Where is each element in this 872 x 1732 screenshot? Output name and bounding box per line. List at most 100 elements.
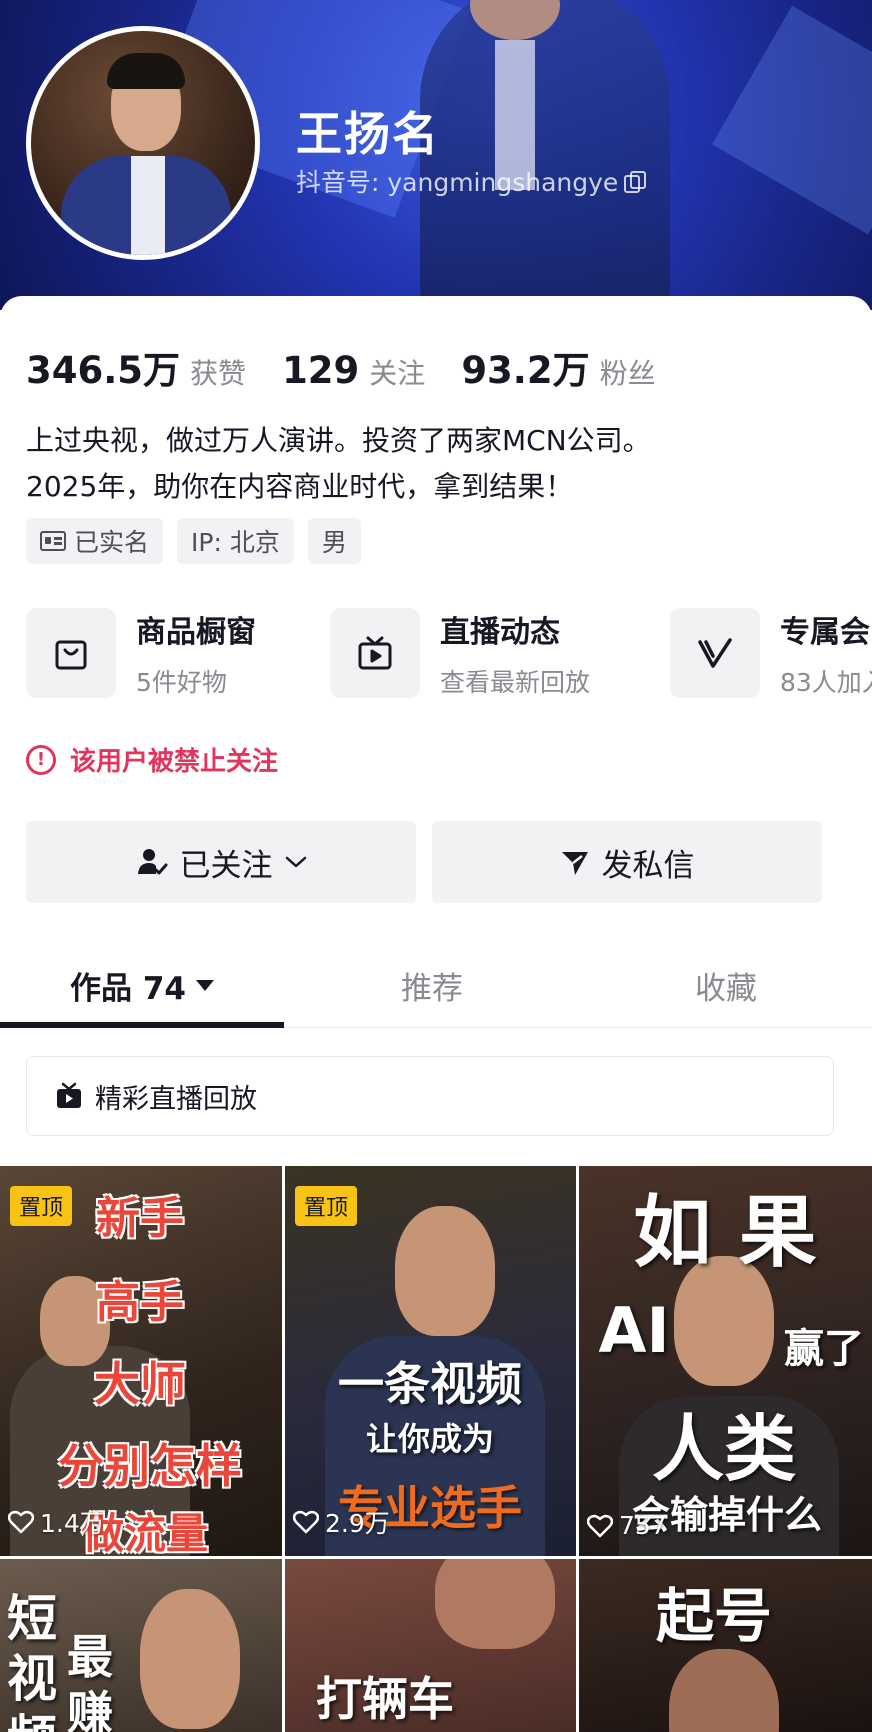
- live-replay-label: 精彩直播回放: [95, 1083, 257, 1115]
- bio-line: 2025年，助你在内容商业时代，拿到结果！: [26, 470, 574, 503]
- thumb-caption: 人类: [651, 1407, 796, 1491]
- thumb-person-face: [669, 1649, 779, 1732]
- stat-value: 129: [282, 349, 360, 392]
- thumb-caption: 如 果: [633, 1188, 817, 1278]
- gender-label: 男: [321, 528, 347, 557]
- shopping-bag-icon: [26, 608, 116, 698]
- live-replay-entry[interactable]: 精彩直播回放: [26, 1056, 834, 1136]
- ip-label: IP: 北京: [191, 528, 280, 557]
- stat-label: 关注: [369, 357, 426, 390]
- stat-followers[interactable]: 93.2万 粉丝: [461, 340, 655, 394]
- profile-name: 王扬名: [296, 107, 440, 161]
- send-message-button[interactable]: 发私信: [432, 821, 822, 903]
- thumb-caption: 新手: [96, 1193, 184, 1244]
- avatar[interactable]: [26, 26, 260, 260]
- thumb-person-face: [140, 1589, 240, 1729]
- verified-tag: 已实名: [26, 518, 164, 564]
- bio-line: 上过央视，做过万人演讲。投资了两家MCN公司。: [26, 424, 651, 457]
- stat-value: 93.2万: [461, 349, 590, 392]
- ip-tag: IP: 北京: [177, 518, 294, 564]
- service-subtitle: 查看最新回放: [440, 668, 591, 697]
- following-button[interactable]: 已关注: [26, 821, 416, 903]
- profile-banner: 王扬名 抖音号: yangmingshangye: [0, 0, 872, 310]
- like-count-text: 2.9万: [325, 1509, 390, 1538]
- thumb-caption: 分别怎样: [58, 1439, 242, 1493]
- active-tab-indicator: [0, 1022, 284, 1028]
- follow-blocked-warning: ! 该用户被禁止关注: [26, 741, 278, 778]
- douyin-id-text: 抖音号: yangmingshangye: [296, 168, 619, 197]
- thumb-caption: 起号: [655, 1582, 772, 1650]
- video-thumbnail[interactable]: 起号: [579, 1559, 872, 1732]
- service-title: 商品橱窗: [136, 615, 256, 650]
- tab-works[interactable]: 作品 74: [0, 942, 284, 1028]
- banner-light: [712, 5, 872, 235]
- banner-photo: [420, 0, 670, 310]
- like-count: 2.9万: [293, 1504, 390, 1540]
- video-thumbnail[interactable]: 置顶 新手 高手 大师 分别怎样 做流量 1.4万: [0, 1166, 282, 1556]
- following-label: 已关注: [179, 847, 273, 884]
- heart-icon: [8, 1510, 34, 1534]
- thumb-person-face: [395, 1206, 495, 1336]
- thumb-caption: 一条视频: [338, 1357, 522, 1411]
- service-exclusive-club[interactable]: 专属会 83人加入: [670, 608, 872, 698]
- thumb-person-face: [435, 1559, 555, 1649]
- video-thumbnail[interactable]: 置顶 一条视频 让你成为 专业选手 2.9万: [285, 1166, 576, 1556]
- live-replay-icon: [57, 1082, 81, 1108]
- video-thumbnail[interactable]: 如 果 AI 赢了 人类 会输掉什么 757: [579, 1166, 872, 1556]
- profile-tags: 已实名 IP: 北京 男: [26, 518, 361, 564]
- service-title: 直播动态: [440, 615, 560, 650]
- thumb-caption: 频: [4, 1699, 60, 1732]
- profile-stats: 346.5万 获赞 129 关注 93.2万 粉丝: [26, 340, 692, 394]
- like-count: 1.4万: [8, 1504, 105, 1540]
- avatar-hair: [107, 53, 185, 89]
- tab-recommend[interactable]: 推荐: [290, 942, 574, 1028]
- thumb-caption: 赚: [67, 1686, 113, 1732]
- v-badge-icon: [670, 608, 760, 698]
- verified-label: 已实名: [74, 528, 150, 557]
- service-subtitle: 5件好物: [136, 668, 227, 697]
- thumb-caption: 大师: [94, 1357, 186, 1411]
- service-shop-window[interactable]: 商品橱窗 5件好物: [26, 608, 256, 698]
- video-thumbnail[interactable]: 短 视 频 最 赚: [0, 1559, 282, 1732]
- tab-works-label: 作品 74: [70, 970, 186, 1007]
- tab-favorites[interactable]: 收藏: [580, 942, 872, 1028]
- stat-label: 粉丝: [599, 357, 656, 390]
- service-live-updates[interactable]: 直播动态 查看最新回放: [330, 608, 590, 698]
- tab-recommend-label: 推荐: [401, 970, 463, 1007]
- heart-icon: [587, 1514, 613, 1537]
- pinned-badge: 置顶: [295, 1186, 358, 1226]
- content-tabs: 作品 74 推荐 收藏: [0, 942, 872, 1028]
- tv-play-icon: [330, 608, 420, 698]
- like-count-text: 757: [619, 1511, 667, 1540]
- thumb-caption: 打辆车: [316, 1672, 454, 1726]
- pinned-badge: 置顶: [10, 1186, 73, 1226]
- stat-value: 346.5万: [26, 349, 181, 392]
- user-check-icon: [137, 849, 167, 875]
- thumb-caption: 让你成为: [365, 1420, 494, 1458]
- thumb-caption: AI: [598, 1294, 670, 1367]
- service-cards: 商品橱窗 5件好物 直播动态 查看最新回放 专属会 83人加入: [26, 608, 872, 702]
- service-subtitle: 83人加入: [780, 668, 872, 697]
- douyin-id[interactable]: 抖音号: yangmingshangye: [296, 163, 647, 199]
- alert-icon: !: [26, 744, 56, 775]
- caret-down-icon: [195, 979, 214, 991]
- heart-icon: [293, 1510, 319, 1534]
- send-icon: [561, 852, 588, 875]
- stat-following[interactable]: 129 关注: [282, 349, 425, 392]
- tab-favorites-label: 收藏: [695, 970, 757, 1007]
- like-count-text: 1.4万: [40, 1509, 105, 1538]
- avatar-shirt: [131, 156, 165, 255]
- stat-likes[interactable]: 346.5万 获赞: [26, 340, 246, 394]
- like-count: 757: [587, 1511, 667, 1540]
- stat-label: 获赞: [190, 357, 247, 390]
- warning-text: 该用户被禁止关注: [70, 747, 279, 777]
- chevron-down-icon: [285, 856, 306, 868]
- video-grid: 置顶 新手 高手 大师 分别怎样 做流量 1.4万 置顶 一条视频 让你成为 专…: [0, 1166, 872, 1732]
- gender-tag: 男: [307, 518, 361, 564]
- service-title: 专属会: [780, 615, 870, 650]
- thumb-caption: 赢了: [784, 1326, 864, 1372]
- profile-bio: 上过央视，做过万人演讲。投资了两家MCN公司。 2025年，助你在内容商业时代，…: [26, 418, 651, 510]
- thumb-caption: 高手: [96, 1277, 184, 1328]
- video-thumbnail[interactable]: 打辆车: [285, 1559, 576, 1732]
- copy-icon[interactable]: [624, 171, 647, 193]
